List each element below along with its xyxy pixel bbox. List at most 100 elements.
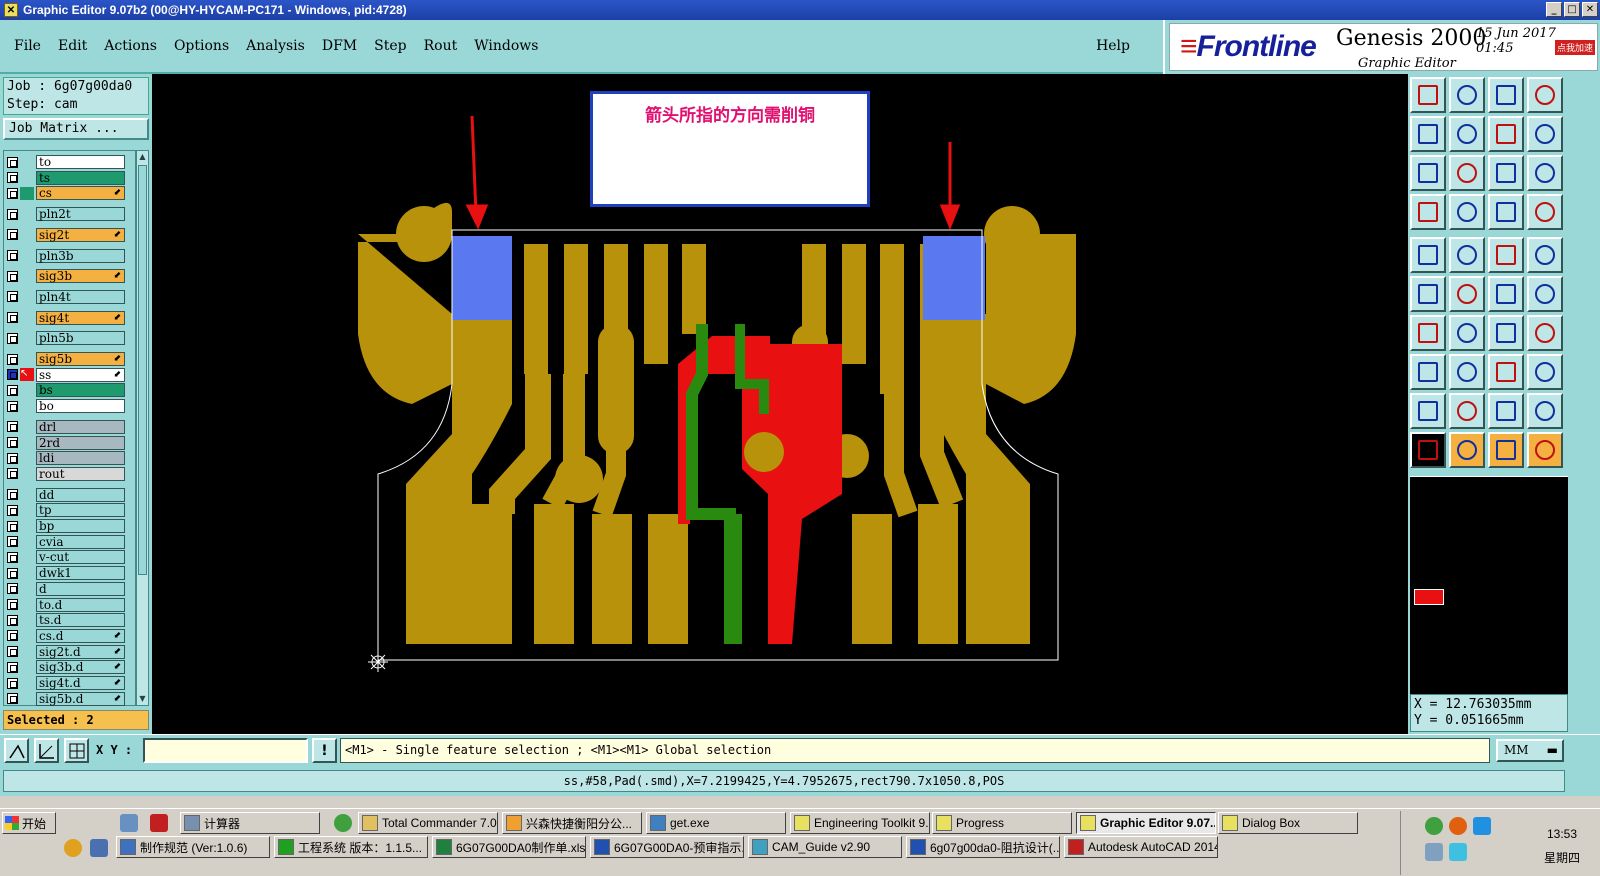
layer-name[interactable]: ldi (36, 451, 125, 466)
layer-checkbox[interactable] (7, 614, 18, 626)
xy-input[interactable] (143, 738, 308, 763)
browser-icon[interactable] (334, 814, 352, 832)
select-icon[interactable] (1410, 432, 1446, 468)
tray-icon[interactable] (1449, 843, 1467, 861)
layer-name[interactable]: sig4t ⬋ (36, 310, 125, 325)
unit-selector[interactable]: MM ▬ (1496, 739, 1564, 762)
measure-icon[interactable] (34, 738, 59, 763)
tray-icon[interactable] (1425, 817, 1443, 835)
layer-checkbox[interactable] (7, 369, 18, 381)
trace-icon[interactable] (1449, 354, 1485, 390)
drc-b-icon[interactable] (1449, 393, 1485, 429)
layer-name[interactable]: rout (36, 466, 125, 481)
layer-row-d[interactable]: d (7, 581, 125, 596)
menu-dfm[interactable]: DFM (322, 38, 357, 54)
layer-row-bo[interactable]: bo (7, 399, 125, 414)
layer-row-sig4t[interactable]: sig4t ⬋ (7, 310, 125, 325)
taskbar-button[interactable]: CAM_Guide v2.90 (748, 836, 902, 858)
taskbar-button[interactable]: Dialog Box (1218, 812, 1358, 834)
layer-row-cs.d[interactable]: cs.d ⬋ (7, 628, 125, 643)
layer-name[interactable]: 2rd (36, 435, 125, 450)
scroll-thumb[interactable] (138, 165, 147, 575)
layer-checkbox[interactable] (7, 468, 18, 480)
layer-row-dwk1[interactable]: dwk1 (7, 566, 125, 581)
layer-row-bs[interactable]: bs (7, 383, 125, 398)
layer-name[interactable]: pln3b (36, 248, 125, 263)
color-icon[interactable] (64, 839, 82, 857)
layer-checkbox[interactable] (7, 353, 18, 365)
layer-row-ts.d[interactable]: ts.d (7, 613, 125, 628)
layer-name[interactable]: pln2t (36, 207, 125, 222)
layer-checkbox[interactable] (7, 567, 18, 579)
rotate-icon[interactable] (1488, 315, 1524, 351)
layer-checkbox[interactable] (7, 332, 18, 344)
layer-name[interactable]: sig5b ⬋ (36, 352, 125, 366)
undo-zoom-icon[interactable] (1488, 116, 1524, 152)
layer-name[interactable]: sig2t ⬋ (36, 227, 125, 242)
taskbar-button[interactable]: 计算器 (180, 812, 320, 834)
tray-icon[interactable] (1449, 817, 1467, 835)
line-icon[interactable] (1410, 315, 1446, 351)
scale-icon[interactable] (1488, 155, 1524, 191)
menu-windows[interactable]: Windows (474, 38, 538, 54)
scroll-up-icon[interactable]: ▲ (137, 151, 148, 163)
layer-name[interactable]: bp (36, 519, 125, 533)
layer-name[interactable]: pln5b (36, 331, 125, 346)
alert-icon[interactable]: ! (312, 738, 337, 763)
center-icon[interactable] (1449, 155, 1485, 191)
layer-checkbox[interactable] (7, 229, 18, 241)
layer-row-bp[interactable]: bp (7, 519, 125, 533)
layer-row-sig3b.d[interactable]: sig3b.d ⬋ (7, 660, 125, 675)
layer-name[interactable]: sig4t.d ⬋ (36, 676, 125, 690)
network-icon[interactable] (1473, 817, 1491, 835)
taskbar-button[interactable]: 工程系统 版本：1.1.5... (274, 836, 428, 858)
minimap[interactable] (1410, 476, 1568, 696)
select-path-icon[interactable] (1527, 432, 1563, 468)
connect-icon[interactable] (1410, 276, 1446, 312)
taskbar-button[interactable]: Total Commander 7.0... (358, 812, 498, 834)
maximize-button[interactable]: □ (1564, 2, 1580, 17)
layer-a-icon[interactable] (1488, 194, 1524, 230)
add-pad-icon[interactable] (1410, 354, 1446, 390)
taskbar-button[interactable]: Engineering Toolkit 9.... (790, 812, 930, 834)
window-icon[interactable] (1527, 77, 1563, 113)
layer-name[interactable]: d (36, 581, 125, 596)
taskbar-button[interactable]: 6G07G00DA0-预审指示.... (590, 836, 744, 858)
layer-checkbox[interactable] (7, 489, 18, 501)
taskbar-button[interactable]: 6g07g00da0-阻抗设计(... (906, 836, 1060, 858)
snap-icon[interactable] (4, 738, 29, 763)
layer-row-pln4t[interactable]: pln4t (7, 289, 125, 304)
drc-a-icon[interactable] (1410, 393, 1446, 429)
layer-checkbox[interactable] (7, 270, 18, 282)
layer-checkbox[interactable] (7, 421, 18, 433)
layer-row-pln2t[interactable]: pln2t (7, 207, 125, 222)
layer-name[interactable]: ts.d (36, 613, 125, 628)
volume-icon[interactable] (1425, 843, 1443, 861)
drc-c-icon[interactable] (1488, 393, 1524, 429)
select-box-icon[interactable] (1449, 432, 1485, 468)
layer-name[interactable]: bs (36, 383, 125, 398)
zoom-icon[interactable] (1527, 116, 1563, 152)
layer-checkbox[interactable] (7, 437, 18, 448)
menu-edit[interactable]: Edit (58, 38, 87, 54)
layer-checkbox[interactable] (7, 172, 18, 184)
taskbar-button[interactable]: get.exe (646, 812, 786, 834)
circle-icon[interactable] (1527, 237, 1563, 273)
layer-name[interactable]: sig2t.d ⬋ (36, 644, 125, 659)
layer-name[interactable]: tp (36, 503, 125, 518)
layer-name[interactable]: sig3b.d ⬋ (36, 660, 125, 675)
layer-checkbox[interactable] (7, 312, 18, 324)
select-net-icon[interactable] (1488, 432, 1524, 468)
taskbar-button[interactable]: 兴森快捷衡阳分公... (502, 812, 642, 834)
layer-checkbox[interactable] (7, 551, 18, 563)
layer-name[interactable]: ss ⬋ (36, 367, 125, 382)
menu-analysis[interactable]: Analysis (246, 38, 305, 54)
minimap-viewport[interactable] (1414, 589, 1444, 605)
layer-checkbox[interactable] (7, 187, 18, 199)
scroll-down-icon[interactable]: ▼ (137, 693, 148, 705)
layer-row-pln3b[interactable]: pln3b (7, 248, 125, 263)
menu-file[interactable]: File (14, 38, 41, 54)
layer-checkbox[interactable] (7, 452, 18, 464)
clock[interactable]: 13:53 星期四 (1544, 822, 1580, 870)
taskbar-button[interactable]: 制作规范 (Ver:1.0.6) (116, 836, 270, 858)
